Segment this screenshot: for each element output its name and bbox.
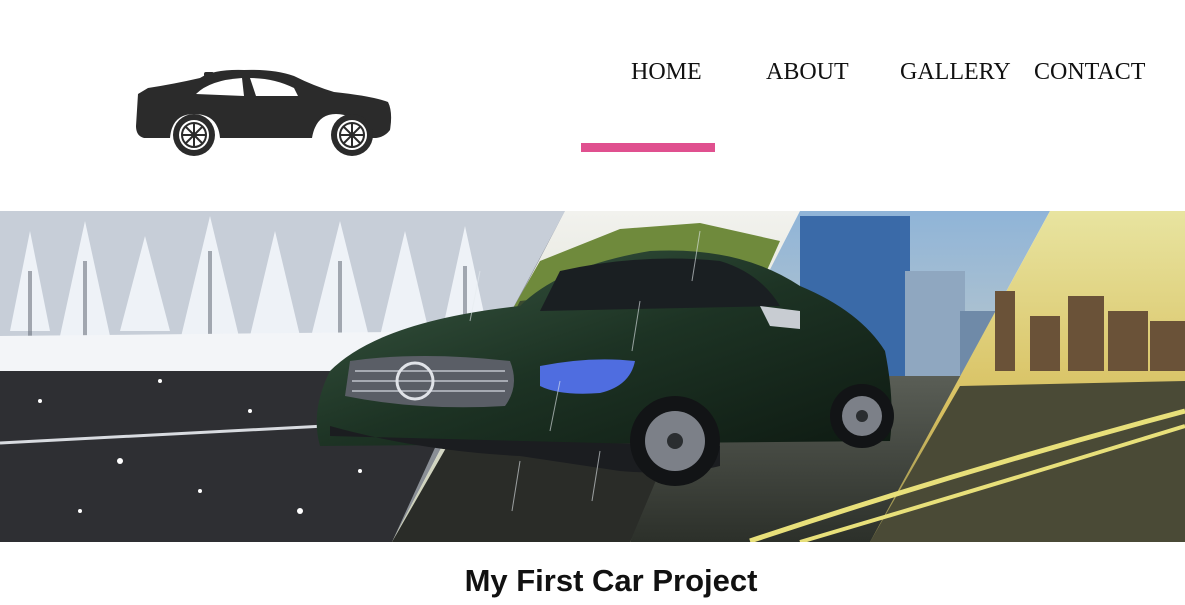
nav-item-about[interactable]: ABOUT (766, 58, 849, 86)
nav-item-contact[interactable]: CONTACT (1034, 58, 1145, 86)
nav-item-gallery[interactable]: GALLERY (900, 58, 1011, 86)
nav-active-indicator (581, 143, 715, 152)
nav-item-home[interactable]: HOME (631, 58, 702, 86)
page-title: My First Car Project (464, 563, 758, 598)
main-nav: HOME ABOUT GALLERY CONTACT (0, 58, 1185, 88)
hero-banner-image (0, 211, 1185, 542)
hero-collage (0, 211, 1185, 542)
